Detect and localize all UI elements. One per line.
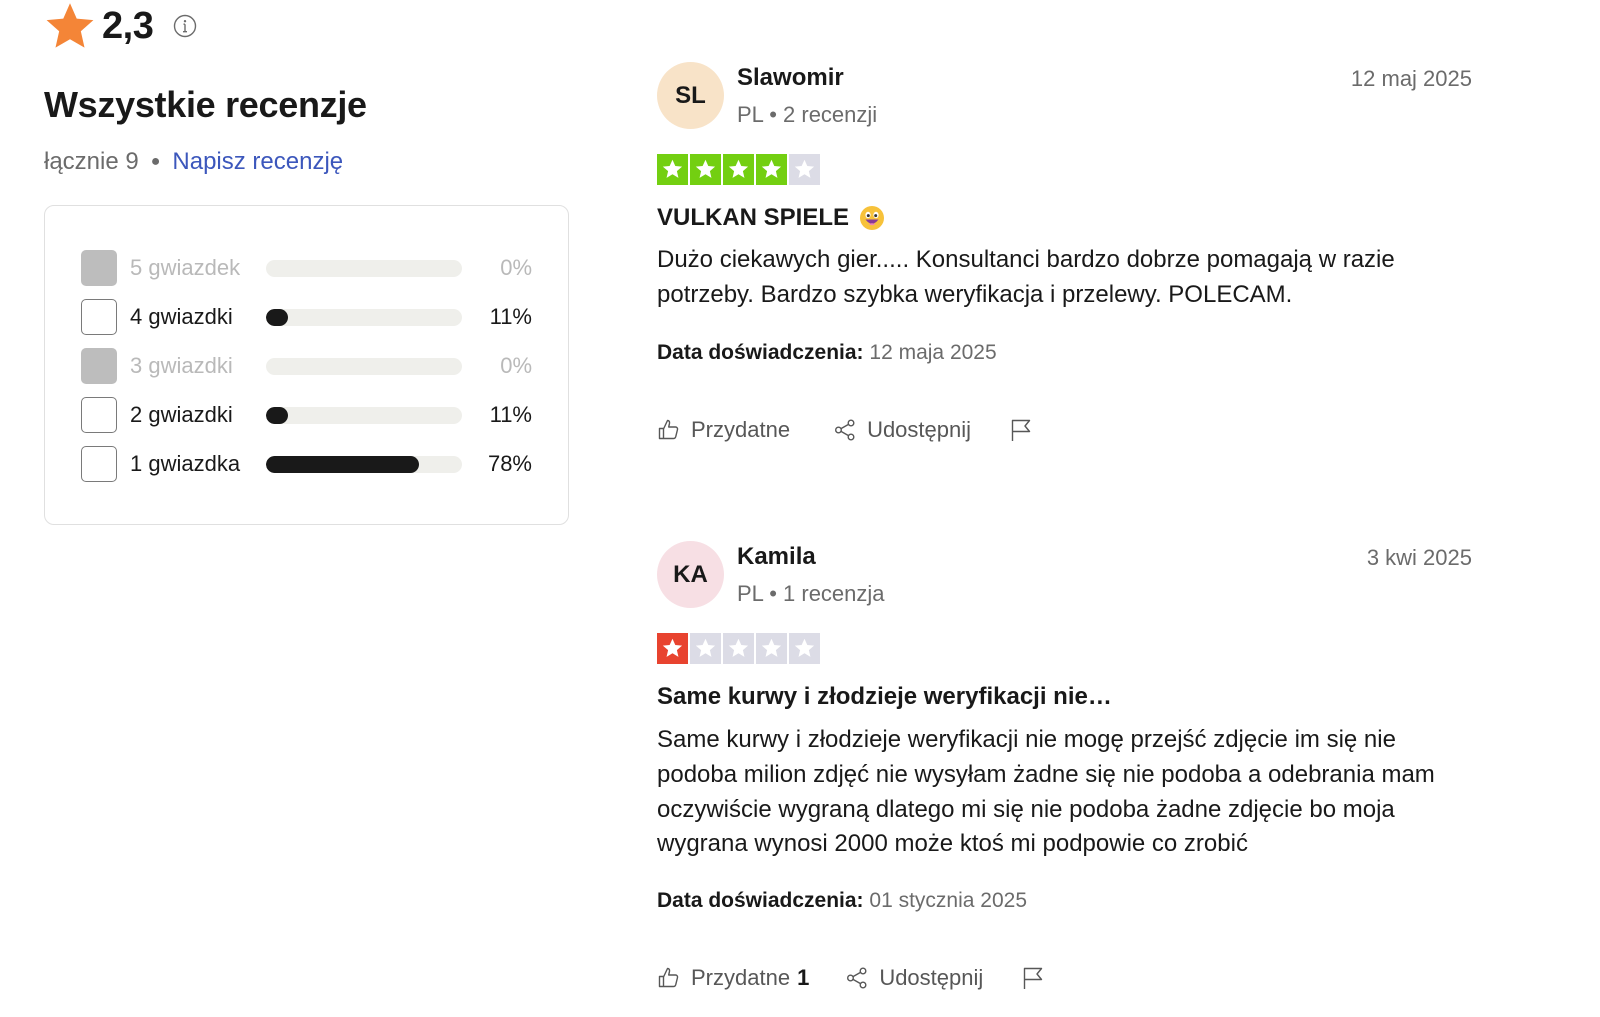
reviewer-meta: PL • 1 recenzja [737, 581, 885, 606]
rating-star-icon [789, 154, 820, 185]
separator-dot: ● [150, 153, 161, 170]
rating-star-icon [723, 633, 754, 664]
star-icon [46, 3, 94, 48]
review-actions: Przydatne Udostępnij [657, 417, 1033, 443]
share-icon [847, 967, 867, 989]
reviewer-name[interactable]: Slawomir [737, 64, 844, 92]
filter-label: 2 gwiazdki [130, 402, 233, 427]
rating-star-icon [690, 633, 721, 664]
grinning-face-emoji-icon [860, 206, 885, 230]
distribution-bar [266, 455, 462, 473]
flag-icon [1011, 419, 1031, 441]
total-reviews: łącznie 9 [44, 148, 139, 175]
thumbs-up-icon [658, 419, 679, 440]
filter-label: 4 gwiazdki [130, 304, 233, 329]
filter-percent: 11% [489, 304, 532, 329]
distribution-bar [266, 308, 462, 326]
filter-row-5-stars[interactable]: 5 gwiazdek 0% [81, 249, 533, 287]
experience-label: Data doświadczenia: [657, 889, 864, 912]
share-button[interactable]: Udostępnij [833, 417, 971, 443]
filter-label: 3 gwiazdki [130, 353, 233, 378]
review-title-text: Same kurwy i złodzieje weryfikacji nie… [657, 683, 1112, 710]
rating-star-icon [756, 154, 787, 185]
page-title: Wszystkie recenzje [44, 84, 367, 125]
share-label: Udostępnij [867, 417, 972, 442]
rating-star-icon [657, 154, 688, 185]
filter-percent: 0% [500, 255, 532, 280]
rating-star-icon [756, 633, 787, 664]
share-button[interactable]: Udostępnij [845, 965, 983, 991]
info-icon[interactable] [173, 14, 197, 38]
distribution-bar-fill [266, 455, 419, 473]
filter-percent: 0% [500, 353, 532, 378]
filter-row-3-stars[interactable]: 3 gwiazdki 0% [81, 347, 533, 385]
distribution-bar-fill [266, 308, 288, 326]
filter-checkbox[interactable] [81, 299, 117, 335]
rating-star-icon [690, 154, 721, 185]
experience-value: 01 stycznia 2025 [869, 889, 1028, 912]
distribution-bar [266, 406, 462, 424]
review-actions: Przydatne 1 Udostępnij [657, 965, 1045, 991]
review-date: 12 maj 2025 [1350, 66, 1472, 91]
share-icon [835, 419, 855, 441]
review-count-line: łącznie 9 ● Napisz recenzję [44, 148, 343, 176]
avatar[interactable]: KA [657, 541, 724, 608]
filter-checkbox[interactable] [81, 250, 117, 286]
useful-count: 1 [797, 965, 810, 990]
filter-label: 5 gwiazdek [130, 255, 241, 280]
experience-label: Data doświadczenia: [657, 341, 864, 364]
useful-label: Przydatne [691, 417, 791, 442]
filter-label: 1 gwiazdka [130, 451, 241, 476]
useful-label: Przydatne [691, 965, 791, 990]
rating-star-icon [657, 633, 688, 664]
avatar[interactable]: SL [657, 62, 724, 129]
rating-star-icon [723, 154, 754, 185]
distribution-bar [266, 357, 462, 375]
write-review-link[interactable]: Napisz recenzję [172, 148, 343, 176]
filter-row-2-stars[interactable]: 2 gwiazdki 11% [81, 396, 533, 434]
review-body: Dużo ciekawych gier..... Konsultanci bar… [657, 246, 1395, 308]
report-button[interactable] [1021, 966, 1045, 990]
flag-icon [1024, 967, 1043, 989]
review-title[interactable]: Same kurwy i złodzieje weryfikacji nie… [657, 683, 1112, 711]
share-label: Udostępnij [879, 965, 984, 990]
distribution-bar-fill [266, 406, 288, 424]
report-button[interactable] [1009, 418, 1033, 442]
filter-checkbox[interactable] [81, 348, 117, 384]
review-title-text: VULKAN SPIELE [657, 204, 850, 231]
useful-button[interactable]: Przydatne [657, 417, 797, 443]
review-body: Same kurwy i złodzieje weryfikacji nie m… [657, 726, 1435, 858]
filter-checkbox[interactable] [81, 446, 117, 482]
filter-row-1-star[interactable]: 1 gwiazdka 78% [81, 445, 533, 483]
review-date: 3 kwi 2025 [1366, 545, 1472, 570]
rating-filter-card: 5 gwiazdek 0% 4 gwiazdki 11% 3 gwiazdki … [44, 205, 569, 525]
reviewer-name[interactable]: Kamila [737, 543, 816, 571]
reviewer-meta: PL • 2 recenzji [737, 102, 878, 127]
star-rating [657, 154, 820, 185]
star-rating [657, 633, 820, 664]
distribution-bar [266, 259, 462, 277]
filter-percent: 11% [489, 402, 532, 427]
overall-score: 2,3 [44, 0, 197, 52]
review-title[interactable]: VULKAN SPIELE [657, 204, 885, 232]
experience-date: Data doświadczenia: 01 stycznia 2025 [657, 889, 1027, 913]
filter-checkbox[interactable] [81, 397, 117, 433]
experience-date: Data doświadczenia: 12 maja 2025 [657, 341, 997, 365]
filter-percent: 78% [487, 451, 532, 476]
useful-button[interactable]: Przydatne 1 [657, 965, 809, 991]
filter-row-4-stars[interactable]: 4 gwiazdki 11% [81, 298, 533, 336]
rating-star-icon [789, 633, 820, 664]
experience-value: 12 maja 2025 [869, 341, 997, 364]
rating-value: 2,3 [102, 4, 154, 47]
thumbs-up-icon [658, 967, 679, 988]
